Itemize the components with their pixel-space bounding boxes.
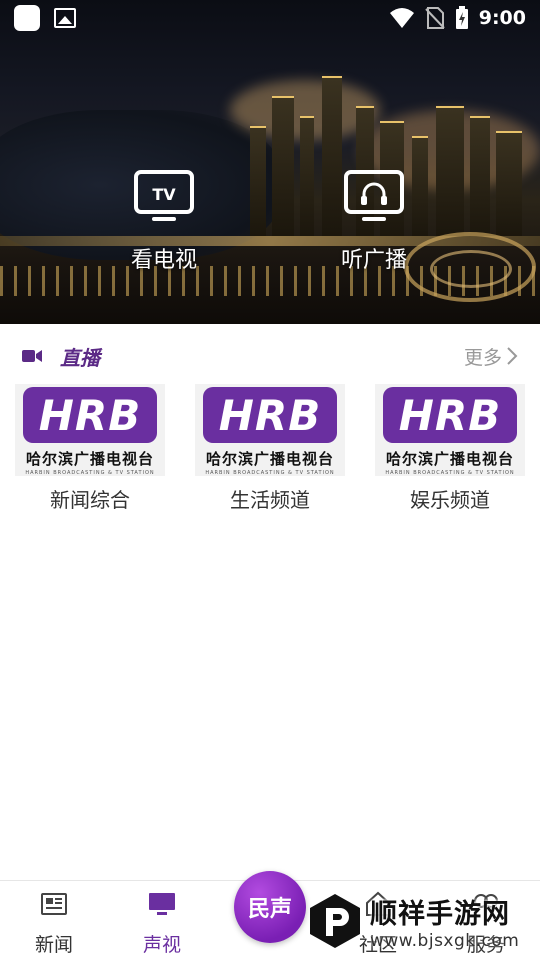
logo-caption: 哈尔滨广播电视台 <box>25 450 154 468</box>
channel-life[interactable]: HRB 哈尔滨广播电视台 HARBIN BROADCASTING & TV ST… <box>180 384 360 513</box>
watermark-url: www.bjsxgk.com <box>370 930 520 951</box>
nav-label-news: 新闻 <box>34 934 73 956</box>
notification-app-icon <box>14 5 40 31</box>
status-time: 9:00 <box>478 7 526 29</box>
watermark-logo-icon <box>310 894 360 948</box>
more-link[interactable]: 更多 <box>464 343 518 370</box>
more-label: 更多 <box>463 346 502 369</box>
tv-icon-text: TV <box>152 185 176 204</box>
channel-news[interactable]: HRB 哈尔滨广播电视台 HARBIN BROADCASTING & TV ST… <box>0 384 180 513</box>
nav-label-audio-video: 声视 <box>142 934 181 956</box>
site-watermark: 顺祥手游网 www.bjsxgk.com <box>306 886 538 956</box>
live-section-header: 直播 更多 <box>0 336 540 376</box>
channel-entertainment[interactable]: HRB 哈尔滨广播电视台 HARBIN BROADCASTING & TV ST… <box>360 384 540 513</box>
logo-caption: 哈尔滨广播电视台 <box>385 450 514 468</box>
listen-radio-label: 听广播 <box>340 248 407 273</box>
channel-name: 娱乐频道 <box>410 488 490 512</box>
channel-name: 新闻综合 <box>50 488 130 512</box>
tv-icon: TV <box>134 170 194 221</box>
logo-subcaption: HARBIN BROADCASTING & TV STATION <box>205 470 335 476</box>
chevron-right-icon <box>507 347 518 365</box>
no-sim-icon <box>425 7 445 29</box>
minsheng-center-button[interactable]: 民声 <box>234 871 306 943</box>
channel-logo: HRB 哈尔滨广播电视台 HARBIN BROADCASTING & TV ST… <box>375 384 525 476</box>
nav-item-audio-video[interactable]: 声视 <box>122 889 202 957</box>
channel-name: 生活频道 <box>230 488 310 512</box>
hrb-logo-badge: HRB <box>23 387 157 443</box>
newspaper-icon <box>41 893 67 915</box>
watch-tv-label: 看电视 <box>130 248 197 273</box>
channel-logo: HRB 哈尔滨广播电视台 HARBIN BROADCASTING & TV ST… <box>195 384 345 476</box>
logo-caption: 哈尔滨广播电视台 <box>205 450 334 468</box>
live-section-title: 直播 <box>60 345 100 370</box>
headphones-icon <box>344 170 404 221</box>
hero-banner: 9:00 TV 看电视 听广播 <box>0 0 540 324</box>
video-camera-icon <box>22 350 42 362</box>
nav-item-news[interactable]: 新闻 <box>14 889 94 957</box>
channel-logo: HRB 哈尔滨广播电视台 HARBIN BROADCASTING & TV ST… <box>15 384 165 476</box>
wifi-icon <box>389 8 414 28</box>
hrb-logo-badge: HRB <box>203 387 337 443</box>
battery-charging-icon <box>455 6 468 29</box>
monitor-icon <box>149 893 175 915</box>
listen-radio-button[interactable]: 听广播 <box>314 170 434 274</box>
logo-subcaption: HARBIN BROADCASTING & TV STATION <box>25 470 155 476</box>
watermark-title: 顺祥手游网 <box>370 898 510 930</box>
image-icon <box>54 8 76 28</box>
watch-tv-button[interactable]: TV 看电视 <box>104 170 224 274</box>
app-screen: 9:00 TV 看电视 听广播 直播 更多 HRB 哈尔滨广播电视台 HARBI… <box>0 0 540 960</box>
hrb-logo-badge: HRB <box>383 387 517 443</box>
channel-list: HRB 哈尔滨广播电视台 HARBIN BROADCASTING & TV ST… <box>0 384 540 513</box>
logo-subcaption: HARBIN BROADCASTING & TV STATION <box>385 470 515 476</box>
status-bar: 9:00 <box>0 0 540 36</box>
